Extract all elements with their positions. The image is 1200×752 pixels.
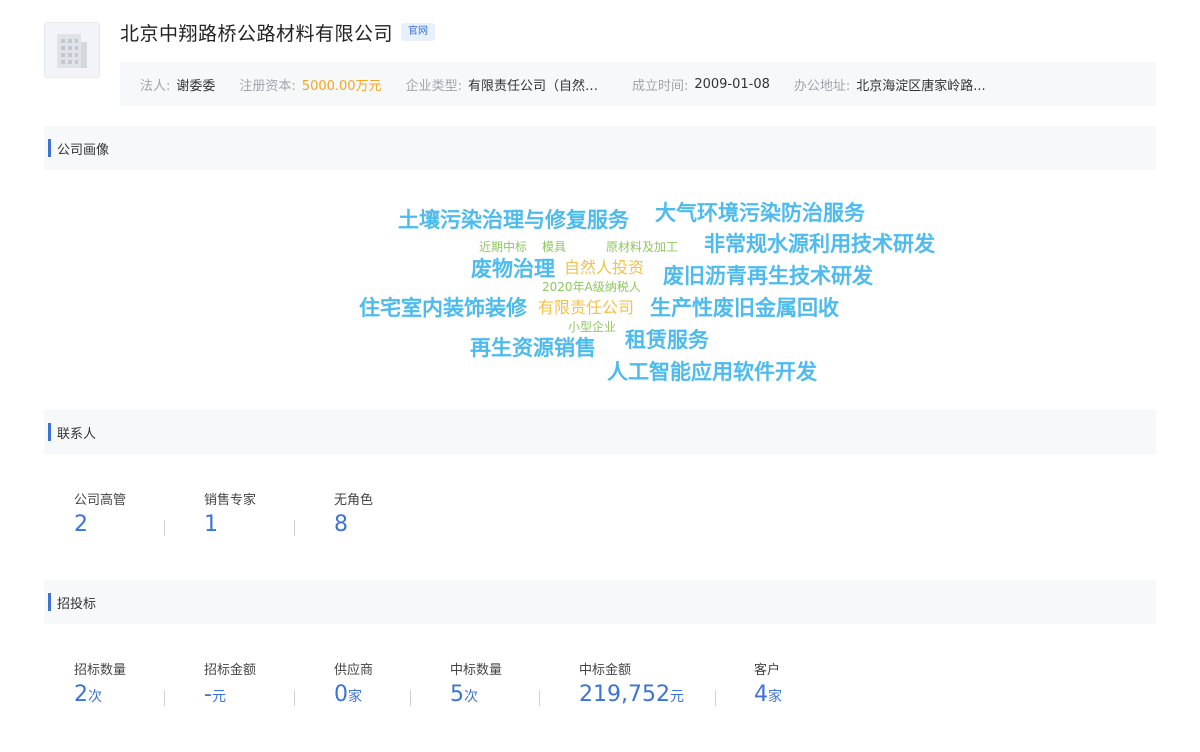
cloud-word[interactable]: 小型企业 [568, 321, 616, 333]
company-name: 北京中翔路桥公路材料有限公司 [120, 22, 394, 45]
stat-divider [539, 690, 540, 706]
stat-label: 中标数量 [450, 663, 503, 678]
bidding-stats: 招标数量 2次 招标金额 -元 供应商 0家 中标数量 5次 中标金额 219,… [74, 662, 854, 710]
cloud-word[interactable]: 近期中标 [479, 241, 527, 253]
stat-unit: 次 [88, 689, 102, 705]
cloud-word[interactable]: 再生资源销售 [470, 338, 596, 359]
stat-label: 招标金额 [204, 663, 257, 678]
company-info-bar: 法人: 谢委委 注册资本: 5000.00万元 企业类型: 有限责任公司（自然人… [120, 62, 1156, 106]
stat-no-role[interactable]: 无角色 8 [334, 492, 454, 538]
stat-unit: 元 [669, 689, 684, 705]
cloud-word[interactable]: 原材料及加工 [606, 241, 678, 253]
stat-award-amount[interactable]: 中标金额 219,752元 [579, 662, 754, 710]
stat-divider [164, 520, 165, 536]
cloud-word[interactable]: 废物治理 [471, 259, 555, 280]
stat-tender-count[interactable]: 招标数量 2次 [74, 662, 204, 710]
official-website-tag[interactable]: 官网 [401, 23, 436, 41]
stat-unit: 次 [464, 689, 478, 705]
stat-unit: 家 [348, 689, 362, 705]
info-office-address: 办公地址: 北京海淀区唐家岭路... [794, 75, 986, 94]
stat-value: 0家 [334, 682, 362, 707]
stat-divider [715, 690, 716, 706]
info-registered-capital: 注册资本: 5000.00万元 [239, 75, 381, 94]
stat-award-count[interactable]: 中标数量 5次 [450, 662, 579, 710]
stat-label: 供应商 [334, 663, 374, 678]
info-company-type: 企业类型: 有限责任公司（自然人投资或控股） [406, 75, 608, 94]
cloud-word[interactable]: 自然人投资 [564, 260, 644, 276]
stat-value: 219,752元 [579, 682, 684, 707]
stat-value: 2 [74, 512, 88, 537]
company-title: 北京中翔路桥公路材料有限公司 官网 [120, 18, 436, 46]
cloud-word[interactable]: 住宅室内装饰装修 [359, 298, 527, 319]
stat-tender-amount[interactable]: 招标金额 -元 [204, 662, 334, 710]
cloud-word[interactable]: 人工智能应用软件开发 [607, 362, 817, 383]
cloud-word[interactable]: 非常规水源利用技术研发 [704, 234, 935, 255]
stat-customers[interactable]: 客户 4家 [754, 662, 854, 710]
info-value: 5000.00万元 [301, 78, 382, 94]
info-value: 谢委委 [176, 78, 216, 94]
info-legal-person: 法人: 谢委委 [140, 75, 215, 94]
company-logo [44, 22, 100, 78]
stat-label: 无角色 [334, 493, 374, 508]
section-title: 招投标 [57, 596, 97, 612]
contacts-stats: 公司高管 2 销售专家 1 无角色 8 [74, 492, 454, 538]
stat-value: 2次 [74, 682, 102, 707]
info-label: 注册资本: [239, 78, 296, 94]
cloud-word[interactable]: 模具 [542, 241, 566, 253]
section-header-contacts: 联系人 [44, 410, 1156, 454]
word-cloud: 土壤污染治理与修复服务 大气环境污染防治服务 近期中标 模具 原材料及加工 非常… [0, 170, 1200, 400]
stat-divider [410, 690, 411, 706]
stat-sales-experts[interactable]: 销售专家 1 [204, 492, 334, 538]
stat-value: 4家 [754, 682, 782, 707]
cloud-word[interactable]: 2020年A级纳税人 [542, 281, 641, 293]
stat-label: 中标金额 [579, 663, 632, 678]
cloud-word[interactable]: 大气环境污染防治服务 [655, 203, 865, 224]
stat-unit: 家 [768, 689, 782, 705]
stat-unit: 元 [211, 689, 226, 705]
section-header-portrait: 公司画像 [44, 126, 1156, 170]
cloud-word[interactable]: 租赁服务 [625, 330, 709, 351]
info-value: 有限责任公司（自然人投资或控股） [467, 78, 608, 94]
info-label: 成立时间: [631, 78, 689, 94]
section-title: 公司画像 [57, 142, 110, 158]
info-label: 企业类型: [405, 78, 462, 94]
info-value: 北京海淀区唐家岭路... [856, 78, 986, 94]
stat-label: 招标数量 [74, 663, 127, 678]
stat-value: 1 [204, 512, 218, 537]
info-founded-date: 成立时间: 2009-01-08 [632, 75, 770, 94]
section-header-bidding: 招投标 [44, 580, 1156, 624]
stat-divider [164, 690, 165, 706]
cloud-word[interactable]: 有限责任公司 [538, 300, 634, 316]
cloud-word[interactable]: 生产性废旧金属回收 [650, 298, 839, 319]
stat-label: 销售专家 [204, 493, 257, 508]
info-label: 办公地址: [793, 78, 851, 94]
stat-label: 客户 [754, 663, 781, 678]
stat-divider [294, 690, 295, 706]
info-value: 2009-01-08 [694, 76, 770, 92]
stat-value: 5次 [450, 682, 478, 707]
cloud-word[interactable]: 土壤污染治理与修复服务 [398, 210, 629, 231]
info-label: 法人: [140, 78, 171, 94]
building-icon [57, 34, 87, 68]
stat-value: 8 [334, 512, 348, 537]
stat-value: -元 [204, 682, 226, 707]
cloud-word[interactable]: 废旧沥青再生技术研发 [663, 266, 873, 287]
stat-suppliers[interactable]: 供应商 0家 [334, 662, 450, 710]
stat-divider [294, 520, 295, 536]
stat-executives[interactable]: 公司高管 2 [74, 492, 204, 538]
stat-label: 公司高管 [74, 493, 127, 508]
section-title: 联系人 [57, 426, 97, 442]
